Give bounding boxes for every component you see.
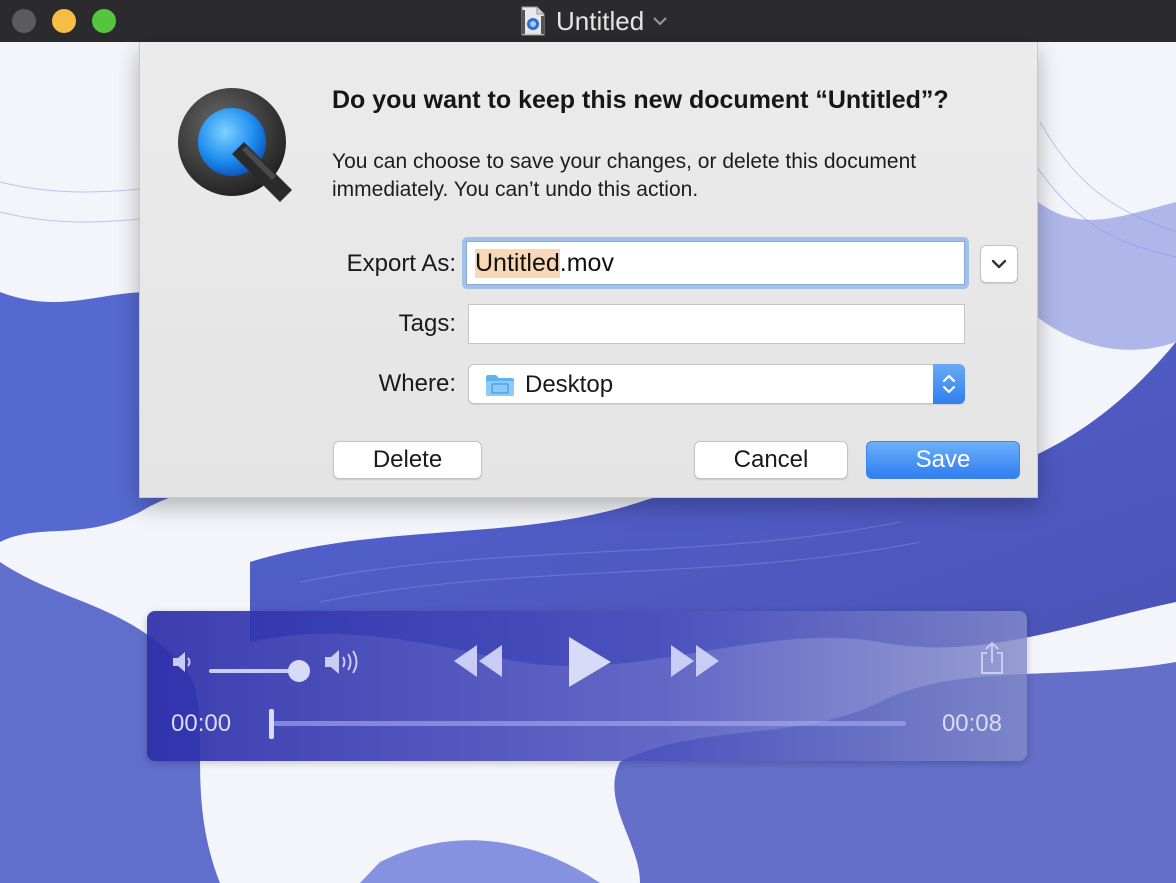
close-window-button[interactable] <box>12 9 36 33</box>
timeline-track[interactable] <box>273 721 906 726</box>
minimize-window-button[interactable] <box>52 9 76 33</box>
volume-slider[interactable] <box>209 658 315 684</box>
chevron-down-icon <box>653 17 667 26</box>
player-controls: 00:00 00:08 <box>147 611 1027 761</box>
export-as-label: Export As: <box>346 250 456 277</box>
delete-button[interactable]: Delete <box>333 441 482 479</box>
expand-dialog-button[interactable] <box>980 245 1018 283</box>
keep-document-dialog: Do you want to keep this new document “U… <box>139 42 1038 498</box>
save-button[interactable]: Save <box>866 441 1020 479</box>
window-title: Untitled <box>556 5 645 36</box>
share-icon[interactable] <box>979 641 1005 675</box>
where-popup[interactable]: Desktop <box>468 364 965 404</box>
dialog-message: You can choose to save your changes, or … <box>332 150 917 201</box>
up-down-chevrons-icon <box>942 374 956 394</box>
where-value: Desktop <box>525 371 614 398</box>
folder-icon <box>486 375 514 396</box>
movie-document-icon <box>521 6 545 36</box>
volume-high-icon[interactable] <box>323 645 365 679</box>
where-label: Where: <box>378 370 456 397</box>
window-titlebar: Untitled <box>0 0 1176 43</box>
export-as-field[interactable]: Untitled .mov <box>466 241 965 285</box>
zoom-window-button[interactable] <box>92 9 116 33</box>
duration-time: 00:08 <box>941 710 1002 737</box>
cancel-button[interactable]: Cancel <box>694 441 848 479</box>
timeline-playhead[interactable] <box>269 709 274 739</box>
export-name-selection: Untitled <box>475 248 560 278</box>
current-time: 00:00 <box>171 710 232 737</box>
fast-forward-icon[interactable] <box>669 643 721 679</box>
volume-low-icon[interactable] <box>171 649 195 675</box>
tags-field[interactable] <box>468 304 965 344</box>
where-popup-arrows[interactable] <box>933 364 965 404</box>
chevron-down-icon <box>991 259 1007 269</box>
tags-label: Tags: <box>398 310 456 337</box>
quicktime-app-icon <box>178 88 292 202</box>
dialog-heading: Do you want to keep this new document “U… <box>332 86 949 114</box>
window-title-group[interactable]: Untitled <box>520 0 668 42</box>
rewind-icon[interactable] <box>452 643 504 679</box>
play-icon[interactable] <box>565 635 613 689</box>
export-name-extension: .mov <box>559 248 614 277</box>
